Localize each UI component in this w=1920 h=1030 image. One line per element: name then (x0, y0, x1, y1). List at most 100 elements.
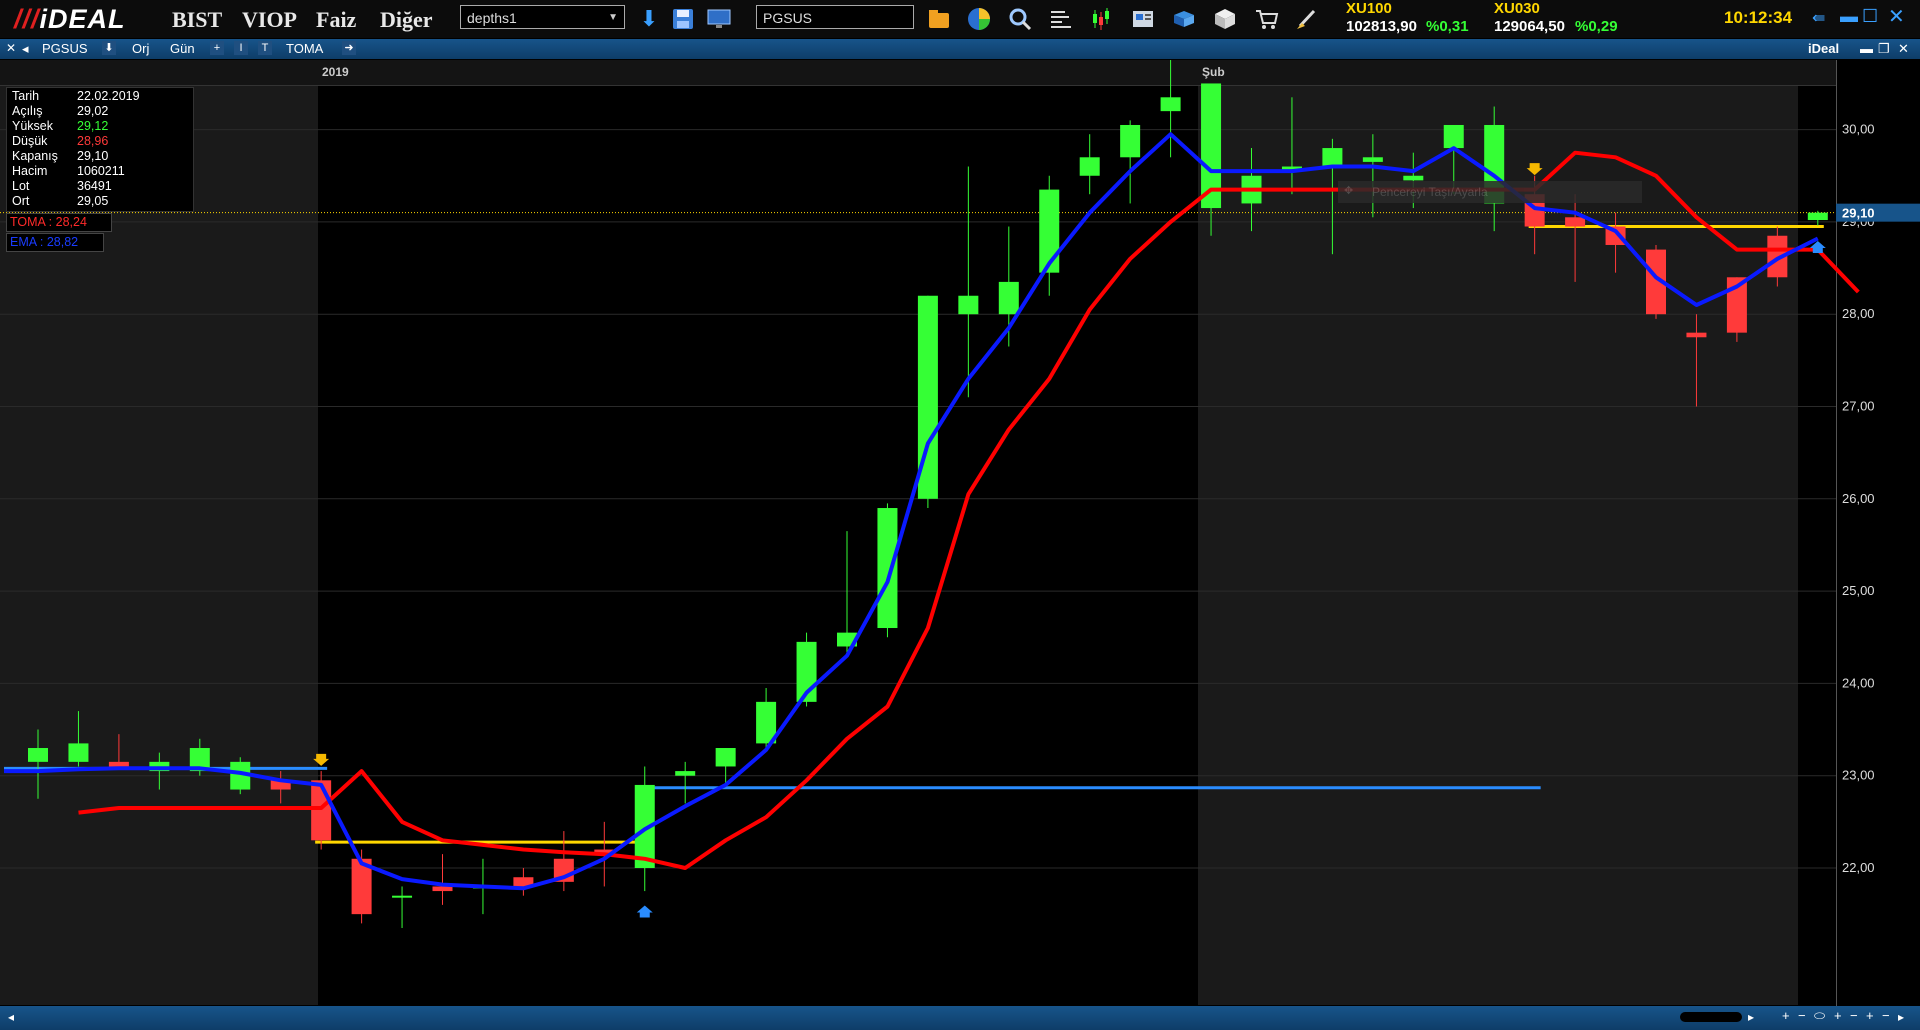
candle-body-38 (1565, 217, 1586, 227)
scroll-end-icon[interactable]: ▸ (1898, 1010, 1904, 1024)
info-label-1: Açılış (12, 104, 43, 118)
move-window-tooltip[interactable]: ✥ Pencereyi Taşı/Ayarla (1338, 181, 1642, 203)
download-icon[interactable]: ⬇ (102, 41, 116, 55)
news-icon[interactable] (1130, 6, 1156, 32)
candle-body-0 (28, 748, 48, 762)
zoom-reset-icon[interactable]: ⬭ (1814, 1008, 1825, 1024)
scroll-right-icon[interactable]: ▸ (1748, 1010, 1754, 1024)
toolbar-period[interactable]: Gün (170, 41, 195, 56)
text-tool-icon[interactable]: T (258, 41, 272, 55)
info-value-4: 29,10 (77, 149, 109, 163)
candle-body-2 (108, 761, 129, 767)
monitor-icon[interactable] (706, 6, 732, 32)
xu030-name[interactable]: XU030 (1494, 0, 1540, 17)
cart-icon[interactable] (1254, 6, 1280, 32)
book-icon[interactable] (1171, 6, 1197, 32)
horizontal-scrollbar[interactable] (1680, 1012, 1742, 1022)
top-bar: ///iDEAL BIST VIOP Faiz Diğer depths1 ▼ … (0, 0, 1920, 38)
price-tick-4: 26,00 (1842, 491, 1875, 506)
toma-legend: TOMA : 28,24 (6, 213, 112, 232)
scroll-left-icon[interactable]: ◂ (8, 1010, 14, 1024)
save-icon[interactable] (670, 6, 696, 32)
xu030-value: 129064,50 (1494, 18, 1565, 35)
toolbar-indicator[interactable]: TOMA (286, 41, 323, 56)
chart-toolbar: ✕ ◂ PGSUS ⬇ Orj Gün + I T TOMA ➜ iDeal ▬… (0, 39, 1920, 59)
toolbar-orj[interactable]: Orj (132, 41, 149, 56)
zoom-out-2-icon[interactable]: − (1850, 1008, 1858, 1023)
price-tick-2: 24,00 (1842, 675, 1875, 690)
info-label-5: Hacim (12, 164, 48, 178)
add-icon[interactable]: + (210, 41, 224, 55)
candle-body-26 (1079, 157, 1100, 176)
candle-body-41 (1686, 332, 1707, 338)
close-chart-icon[interactable]: ✕ (6, 41, 16, 55)
zoom-in-2-icon[interactable]: + (1834, 1008, 1842, 1023)
candle-body-32 (1322, 148, 1343, 167)
info-label-3: Düşük (12, 134, 48, 148)
period-label-0: 2019 (322, 65, 349, 79)
candle-body-27 (1120, 124, 1141, 158)
status-bar: ◂ ▸ + − ⬭ + − + − ▸ (0, 1006, 1920, 1030)
price-tick-8: 30,00 (1842, 122, 1875, 137)
maximize-icon[interactable]: ☐ (1862, 6, 1878, 27)
info-label-7: Ort (12, 194, 30, 208)
info-label-6: Lot (12, 179, 30, 193)
folder-icon[interactable] (926, 6, 952, 32)
candle-body-1 (68, 743, 89, 762)
toolbar-symbol[interactable]: PGSUS (42, 41, 88, 56)
menu-diger[interactable]: Diğer (380, 7, 433, 33)
candle-body-23 (958, 295, 979, 315)
info-value-7: 29,05 (77, 194, 109, 208)
candle-body-35 (1443, 124, 1464, 149)
period-shade-right (1198, 86, 1798, 1005)
depth-select-value: depths1 (467, 10, 517, 26)
back-arrow-icon[interactable]: ⇚ (1812, 8, 1825, 28)
zoom-out-icon[interactable]: − (1798, 1008, 1806, 1023)
candle-body-25 (1039, 189, 1060, 273)
xu100-name[interactable]: XU100 (1346, 0, 1392, 17)
info-value-1: 29,02 (77, 104, 109, 118)
symbol-input[interactable]: PGSUS (756, 5, 914, 29)
ema-legend-text: EMA : 28,82 (10, 235, 79, 249)
info-value-3: 28,96 (77, 134, 109, 148)
info-value-5: 1060211 (77, 164, 125, 178)
price-tick-5: 27,00 (1842, 399, 1875, 414)
move-icon: ✥ (1344, 185, 1354, 197)
menu-viop[interactable]: VIOP (242, 7, 297, 33)
candle-body-9 (392, 895, 413, 898)
window-minimize-icon[interactable]: ▬ (1860, 41, 1873, 56)
candle-body-21 (877, 508, 898, 629)
app-logo: ///iDEAL (14, 4, 126, 34)
candle-22 (917, 295, 938, 509)
info-label-2: Yüksek (12, 119, 53, 133)
candle-body-34 (1403, 175, 1424, 181)
window-close-icon[interactable]: ✕ (1898, 41, 1909, 57)
list-icon[interactable] (1048, 6, 1074, 32)
info-label-0: Tarih (12, 89, 40, 103)
period-header (0, 60, 1836, 86)
download-arrow-icon[interactable]: ⬇ (636, 6, 662, 32)
depth-select[interactable]: depths1 ▼ (460, 5, 625, 29)
zoom-out-3-icon[interactable]: − (1882, 1008, 1890, 1023)
close-icon[interactable]: ✕ (1888, 4, 1905, 29)
cube-icon[interactable] (1212, 6, 1238, 32)
toolbar-back-icon[interactable]: ◂ (22, 41, 29, 57)
menu-bist[interactable]: BIST (172, 7, 222, 33)
zoom-in-icon[interactable]: + (1782, 1008, 1790, 1023)
minimize-icon[interactable]: ▬ (1840, 6, 1858, 27)
pie-chart-icon[interactable] (966, 6, 992, 32)
cursor-icon[interactable]: I (234, 41, 248, 55)
zoom-in-3-icon[interactable]: + (1866, 1008, 1874, 1023)
window-restore-icon[interactable]: ❐ (1878, 41, 1890, 57)
price-tick-3: 25,00 (1842, 583, 1875, 598)
menu-faiz[interactable]: Faiz (316, 7, 356, 33)
info-value-0: 22.02.2019 (77, 89, 140, 103)
price-tick-0: 22,00 (1842, 860, 1875, 875)
info-value-2: 29,12 (77, 119, 109, 133)
search-icon[interactable] (1007, 6, 1033, 32)
xu100-value: 102813,90 (1346, 18, 1417, 35)
price-tick-1: 23,00 (1842, 768, 1875, 783)
brush-icon[interactable] (1294, 6, 1320, 32)
forward-arrow-icon[interactable]: ➜ (342, 41, 356, 55)
candlestick-icon[interactable] (1088, 6, 1114, 32)
